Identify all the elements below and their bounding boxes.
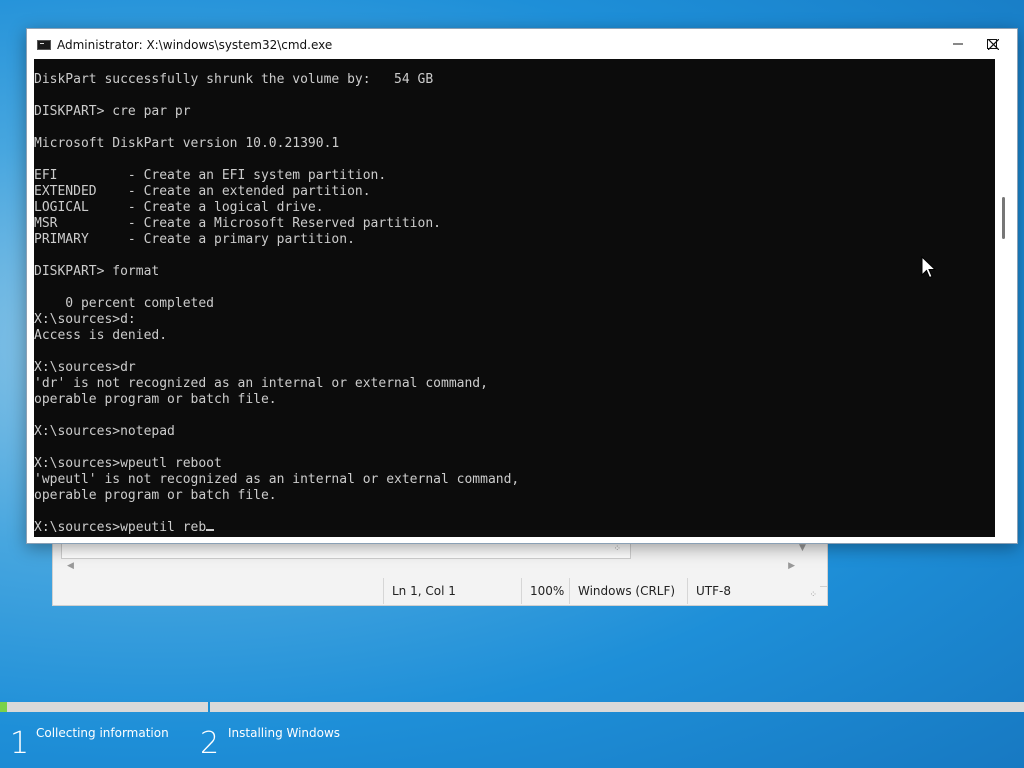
minimize-icon: [953, 43, 963, 45]
cursor-position: Ln 1, Col 1: [383, 578, 521, 604]
step-divider: [208, 702, 210, 712]
console-output[interactable]: DiskPart successfully shrunk the volume …: [34, 59, 995, 537]
title-bar[interactable]: Administrator: X:\windows\system32\cmd.e…: [27, 29, 1017, 59]
vertical-scrollbar[interactable]: [995, 59, 1012, 537]
background-window-edge: [820, 543, 828, 587]
step-number: 1: [10, 726, 30, 761]
scroll-right-arrow-icon[interactable]: ▶: [788, 561, 795, 571]
step-label: Collecting information: [36, 726, 169, 740]
close-icon: [987, 38, 999, 50]
minimize-button[interactable]: [941, 29, 975, 59]
cmd-window: Administrator: X:\windows\system32\cmd.e…: [26, 28, 1018, 544]
step-number: 2: [200, 726, 220, 761]
close-button[interactable]: [976, 29, 1010, 59]
progress-fill: [0, 702, 8, 712]
line-endings: Windows (CRLF): [569, 578, 687, 604]
window-title: Administrator: X:\windows\system32\cmd.e…: [57, 38, 333, 52]
horizontal-scrollbar[interactable]: ◀ ▶: [61, 561, 795, 575]
resize-grip-icon[interactable]: ⁘: [809, 590, 817, 600]
console-text: DiskPart successfully shrunk the volume …: [34, 72, 520, 535]
step-label: Installing Windows: [228, 726, 341, 740]
setup-progress-bar: [0, 702, 1024, 712]
scrollbar-thumb[interactable]: [1002, 197, 1005, 239]
notepad-status-bar: Ln 1, Col 1 100% Windows (CRLF) UTF-8 ⁘: [53, 578, 819, 604]
terminal-icon: [37, 40, 51, 50]
scroll-down-arrow-icon[interactable]: ▼: [799, 543, 806, 553]
text-cursor: [206, 529, 215, 531]
scroll-left-arrow-icon[interactable]: ◀: [67, 561, 74, 571]
resize-grip-icon: ⁘: [613, 544, 620, 554]
encoding: UTF-8: [687, 578, 807, 604]
close-button[interactable]: [1009, 29, 1024, 59]
zoom-level: 100%: [521, 578, 569, 604]
mouse-pointer-icon: [921, 256, 937, 279]
